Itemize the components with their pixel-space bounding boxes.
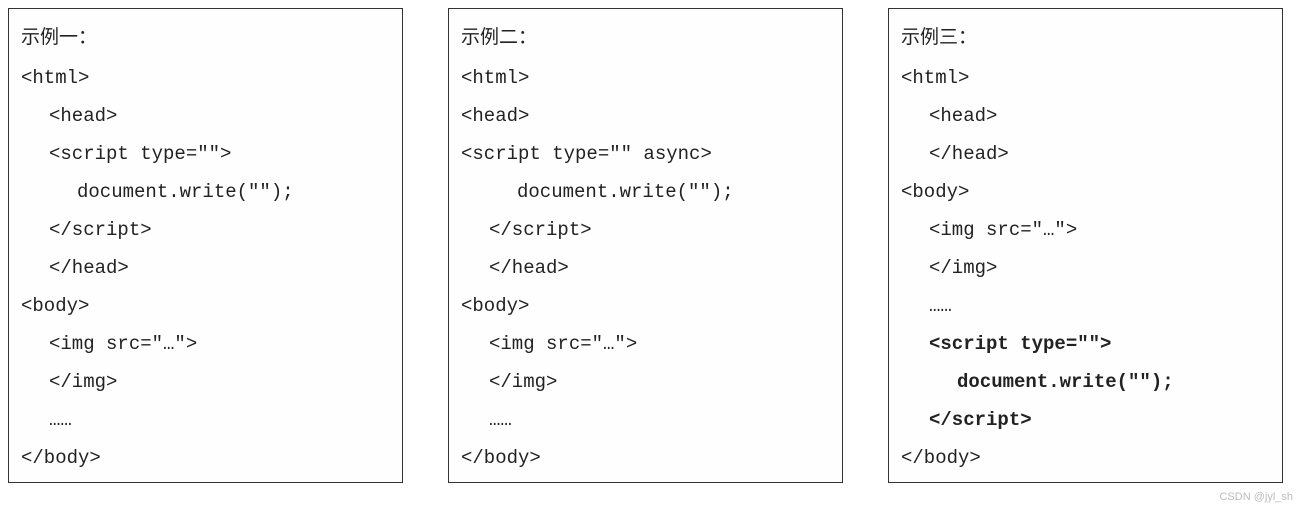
code-line: …… xyxy=(21,401,390,439)
code-line: document.write(""); xyxy=(461,173,830,211)
code-line: <body> xyxy=(901,173,1270,211)
example-box-3: 示例三： <html><head></head><body><img src="… xyxy=(888,8,1283,483)
code-line: </script> xyxy=(461,211,830,249)
code-line: <img src="…"> xyxy=(21,325,390,363)
code-line: document.write(""); xyxy=(901,363,1270,401)
code-line: <head> xyxy=(901,97,1270,135)
code-line: <script type="" async> xyxy=(461,135,830,173)
code-line: <html> xyxy=(461,59,830,97)
code-line: document.write(""); xyxy=(21,173,390,211)
example-title: 示例三： xyxy=(901,19,1270,57)
code-line: <script type=""> xyxy=(21,135,390,173)
watermark-text: CSDN @jyl_sh xyxy=(1219,491,1293,503)
code-content-2: <html><head><script type="" async>docume… xyxy=(461,59,830,477)
code-line: </body> xyxy=(901,439,1270,477)
code-line: <html> xyxy=(21,59,390,97)
code-line: <img src="…"> xyxy=(461,325,830,363)
code-line: </head> xyxy=(21,249,390,287)
example-box-2: 示例二： <html><head><script type="" async>d… xyxy=(448,8,843,483)
code-line: …… xyxy=(461,401,830,439)
code-line: </img> xyxy=(461,363,830,401)
example-title: 示例一： xyxy=(21,19,390,57)
code-line: </script> xyxy=(901,401,1270,439)
example-title: 示例二： xyxy=(461,19,830,57)
code-line: </img> xyxy=(901,249,1270,287)
code-line: …… xyxy=(901,287,1270,325)
code-line: <html> xyxy=(901,59,1270,97)
code-line: </script> xyxy=(21,211,390,249)
code-line: </body> xyxy=(21,439,390,477)
code-line: </head> xyxy=(901,135,1270,173)
code-line: <img src="…"> xyxy=(901,211,1270,249)
code-line: </img> xyxy=(21,363,390,401)
code-line: <body> xyxy=(21,287,390,325)
code-content-3: <html><head></head><body><img src="…"></… xyxy=(901,59,1270,477)
code-line: <head> xyxy=(461,97,830,135)
example-box-1: 示例一： <html><head><script type="">documen… xyxy=(8,8,403,483)
code-line: <body> xyxy=(461,287,830,325)
code-line: <head> xyxy=(21,97,390,135)
code-content-1: <html><head><script type="">document.wri… xyxy=(21,59,390,477)
code-line: <script type=""> xyxy=(901,325,1270,363)
code-line: </body> xyxy=(461,439,830,477)
code-line: </head> xyxy=(461,249,830,287)
